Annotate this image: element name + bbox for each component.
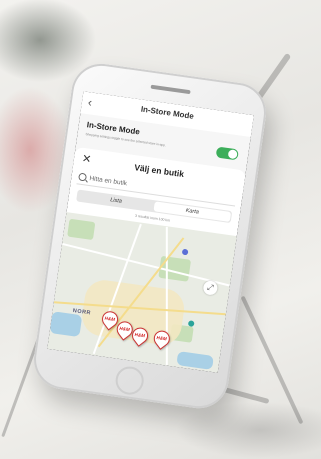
in-store-mode-toggle[interactable] [215, 146, 239, 161]
store-pin-label: H&M [134, 331, 146, 339]
phone-speaker [150, 84, 191, 95]
map-park [67, 218, 96, 241]
store-pin-label: H&M [119, 325, 130, 333]
store-pin-label: H&M [104, 315, 116, 322]
poi-marker [181, 248, 189, 256]
marble-background: ‹ In-Store Mode In-Store Mode Shopping s… [0, 0, 321, 459]
marble-vein [240, 295, 304, 425]
store-map[interactable]: ⤢ NORR H&M H&M H&M H&M [47, 212, 237, 373]
store-picker-sheet: ✕ Välj en butik Lista Karta 3 resultat i… [47, 146, 247, 373]
map-water [49, 311, 83, 338]
smartphone: ‹ In-Store Mode In-Store Mode Shopping s… [30, 59, 270, 413]
store-pin-label: H&M [156, 334, 168, 342]
search-icon [78, 172, 88, 182]
home-button[interactable] [113, 364, 146, 397]
phone-screen: ‹ In-Store Mode In-Store Mode Shopping s… [47, 91, 254, 373]
map-water [176, 351, 214, 370]
map-road [62, 242, 230, 287]
poi-marker [187, 320, 195, 327]
